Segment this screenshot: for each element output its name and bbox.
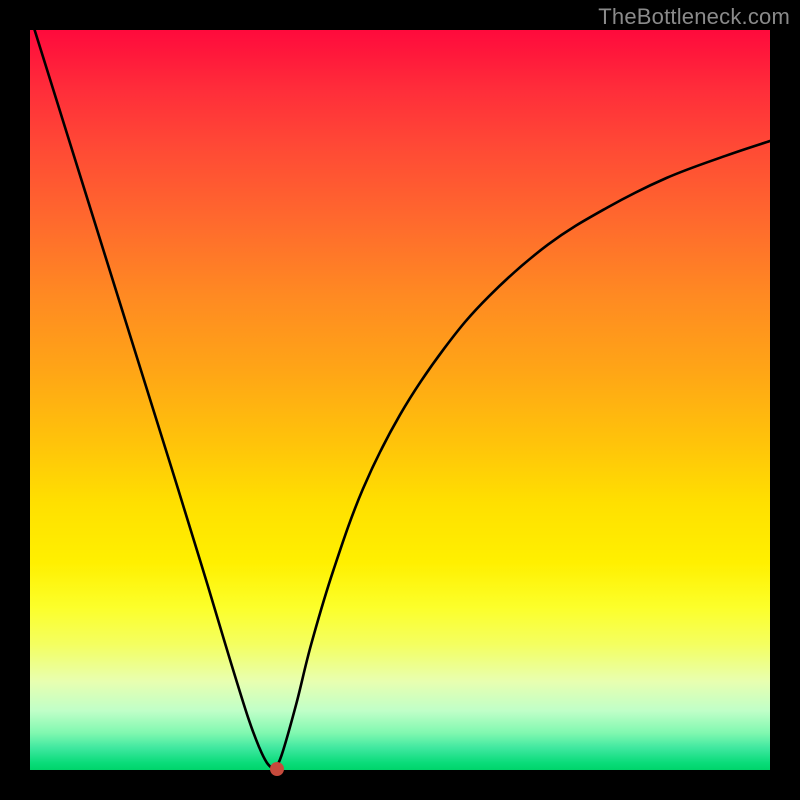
curve-path-right (274, 141, 770, 770)
plot-area (30, 30, 770, 770)
curve-svg (30, 30, 770, 770)
curve-path-left (30, 30, 274, 770)
chart-frame: TheBottleneck.com (0, 0, 800, 800)
marker-dot (270, 762, 284, 776)
watermark-text: TheBottleneck.com (598, 4, 790, 30)
